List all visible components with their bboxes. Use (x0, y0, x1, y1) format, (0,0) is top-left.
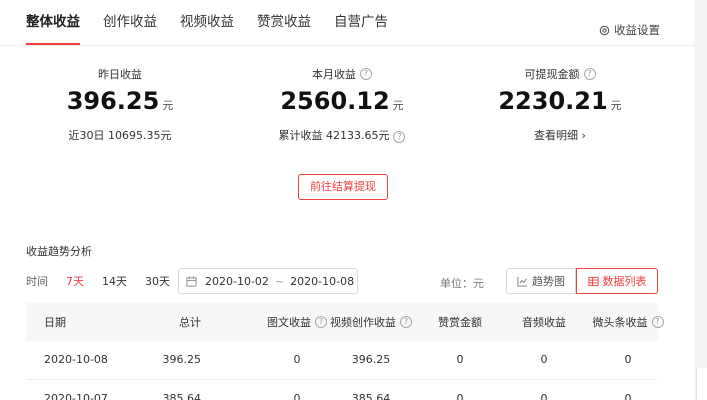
header-article-income-label: 图文收益 (267, 316, 311, 329)
data-list-button[interactable]: 数据列表 (576, 268, 658, 294)
help-icon[interactable]: ? (393, 131, 406, 143)
stat-yesterday-label: 昨日收益 (98, 68, 142, 81)
table-header: 日期 总计 图文收益? 视频创作收益? 赞赏金额 音频收益 微头条收益? (26, 303, 664, 341)
date-end: 2020-10-08 (290, 274, 355, 288)
date-separator: ~ (274, 274, 285, 288)
stat-month-unit: 元 (392, 99, 404, 112)
tab-creation-income[interactable]: 创作收益 (103, 0, 157, 45)
table-row: 2020-10-08 396.25 0 396.25 0 0 0 (26, 341, 658, 380)
calendar-icon (186, 275, 197, 287)
tab-tip-income[interactable]: 赞赏收益 (257, 0, 311, 45)
stat-withdrawable-unit: 元 (610, 99, 622, 112)
adjacent-panel-edge (696, 368, 707, 400)
header-video-income: 视频创作收益? (311, 303, 431, 341)
stat-month-value: 2560.12 (280, 87, 390, 115)
help-icon[interactable]: ? (400, 316, 412, 328)
unit-label: 单位：元 (440, 277, 484, 290)
range-7-days[interactable]: 7天 (66, 273, 84, 289)
stat-withdrawable: 可提现金额? 2230.21 元 查看明细 › (480, 66, 640, 143)
tab-divider (0, 45, 694, 46)
settings-icon (599, 25, 610, 35)
range-14-days[interactable]: 14天 (102, 273, 127, 289)
cell-total: 385.64 (162, 392, 202, 400)
settings-label: 收益设置 (614, 23, 660, 37)
stat-withdrawable-label: 可提现金额 (524, 68, 580, 81)
help-icon[interactable]: ? (651, 316, 664, 328)
cell-audio-income: 0 (540, 392, 548, 400)
go-withdraw-button[interactable]: 前往结算提现 (298, 174, 388, 200)
header-tip-amount: 赞赏金额 (438, 316, 482, 329)
table-row: 2020-10-07 385.64 0 385.64 0 0 0 (26, 380, 658, 400)
help-icon[interactable]: ? (583, 68, 596, 80)
cell-date: 2020-10-08 (44, 353, 108, 366)
data-list-label: 数据列表 (602, 275, 647, 288)
cell-tip-amount: 0 (456, 392, 464, 400)
cell-microblog-income: 0 (624, 353, 632, 366)
tab-bar: 整体收益 创作收益 视频收益 赞赏收益 自营广告 (26, 0, 411, 45)
income-settings-link[interactable]: 收益设置 (599, 22, 660, 38)
cell-video-income: 396.25 (351, 353, 391, 366)
header-total: 总计 (179, 316, 201, 329)
date-start: 2020-10-02 (205, 274, 269, 288)
header-video-income-label: 视频创作收益 (330, 316, 396, 329)
trend-chart-button[interactable]: 趋势图 (506, 268, 576, 294)
tab-self-ads[interactable]: 自营广告 (334, 0, 388, 45)
header-microblog-income: 微头条收益? (583, 303, 673, 341)
cell-audio-income: 0 (540, 353, 548, 366)
view-details-link[interactable]: 查看明细 › (480, 127, 640, 143)
header-microblog-income-label: 微头条收益 (592, 316, 648, 329)
tab-overall-income[interactable]: 整体收益 (26, 0, 80, 45)
stat-withdrawable-value: 2230.21 (498, 87, 608, 115)
stat-yesterday-sub: 近30日 10695.35元 (68, 129, 172, 142)
header-audio-income: 音频收益 (522, 316, 566, 329)
view-toggle: 趋势图 数据列表 (506, 268, 658, 294)
date-range-picker[interactable]: 2020-10-02 ~ 2020-10-08 (178, 268, 358, 294)
trend-chart-label: 趋势图 (532, 275, 565, 288)
income-card: 整体收益 创作收益 视频收益 赞赏收益 自营广告 收益设置 昨日收益 396.2… (0, 0, 694, 400)
stat-month-sub-text: 累计收益 42133.65元 (278, 129, 390, 142)
time-label: 时间 (26, 275, 48, 288)
stat-yesterday: 昨日收益 396.25 元 近30日 10695.35元 (40, 66, 200, 143)
stat-month-sub: 累计收益 42133.65元? (262, 127, 422, 143)
stat-month-label: 本月收益 (312, 68, 356, 81)
cell-video-income: 385.64 (351, 392, 391, 400)
header-date: 日期 (44, 316, 66, 329)
stat-yesterday-unit: 元 (162, 99, 174, 112)
line-chart-icon (517, 276, 528, 287)
table-icon (587, 276, 599, 286)
range-30-days[interactable]: 30天 (145, 273, 170, 289)
stat-month: 本月收益? 2560.12 元 累计收益 42133.65元? (262, 66, 422, 143)
cell-tip-amount: 0 (456, 353, 464, 366)
trend-title: 收益趋势分析 (26, 245, 92, 258)
cell-total: 396.25 (162, 353, 202, 366)
help-icon[interactable]: ? (360, 68, 372, 80)
stat-yesterday-value: 396.25 (66, 87, 160, 115)
cell-date: 2020-10-07 (44, 392, 108, 400)
time-filter: 时间 7天 14天 30天 (26, 268, 188, 294)
cell-microblog-income: 0 (624, 392, 632, 400)
tab-video-income[interactable]: 视频收益 (180, 0, 234, 45)
